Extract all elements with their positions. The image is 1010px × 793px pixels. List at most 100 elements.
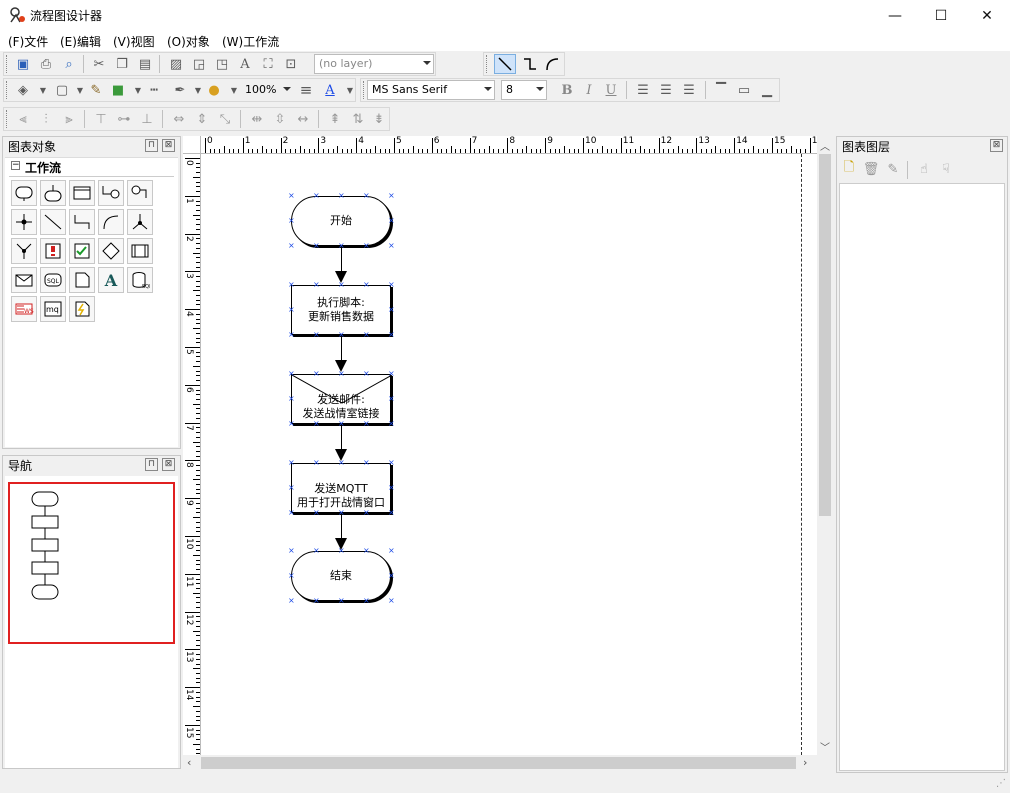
- flow-end-node[interactable]: 结束: [291, 551, 391, 601]
- zoom-select[interactable]: 100%: [240, 80, 294, 100]
- valign-bottom-icon[interactable]: ▁: [757, 80, 777, 100]
- scroll-thumb-vertical[interactable]: [819, 154, 831, 516]
- frame-icon[interactable]: ⊡: [281, 54, 301, 74]
- document-shape-icon[interactable]: [69, 267, 95, 293]
- scroll-down-icon[interactable]: ﹀: [820, 739, 830, 754]
- curve-line-icon[interactable]: [98, 209, 124, 235]
- selection-handle[interactable]: ×: [288, 242, 295, 250]
- toolbar-grip[interactable]: [363, 81, 366, 99]
- pin-icon[interactable]: ⊓: [145, 458, 158, 471]
- dropdown-arrow-icon[interactable]: ▼: [340, 80, 360, 100]
- save-icon[interactable]: ▣: [13, 54, 33, 74]
- email-shape-icon[interactable]: [11, 267, 37, 293]
- maximize-button[interactable]: ☐: [918, 0, 964, 31]
- cut-icon[interactable]: ✂: [89, 54, 109, 74]
- align-tops-icon[interactable]: ⊤: [91, 109, 111, 129]
- close-button[interactable]: ✕: [964, 0, 1010, 31]
- text-shape-icon[interactable]: A: [98, 267, 124, 293]
- paste-icon[interactable]: ▤: [135, 54, 155, 74]
- fit-icon[interactable]: ⛶: [258, 54, 278, 74]
- same-size-icon[interactable]: ⤡: [215, 109, 235, 129]
- sql-shape-icon[interactable]: SQL: [40, 267, 66, 293]
- collapse-icon[interactable]: −: [11, 161, 20, 170]
- terminator-shape-icon[interactable]: [11, 180, 37, 206]
- flow-edge[interactable]: [341, 336, 342, 361]
- fork-icon[interactable]: [127, 209, 153, 235]
- diagram-canvas[interactable]: 开始 执行脚本: 更新销售数据 发送邮件: 发送战情室链接 发送MQTT 用于打…: [201, 154, 817, 755]
- curved-connector-icon[interactable]: [542, 54, 562, 74]
- print-icon[interactable]: ⎙: [36, 54, 56, 74]
- scroll-left-icon[interactable]: ‹: [187, 756, 191, 769]
- align-bottoms-icon[interactable]: ⊥: [137, 109, 157, 129]
- align-right-icon[interactable]: ☰: [679, 80, 699, 100]
- alert-icon[interactable]: [40, 238, 66, 264]
- order-front-icon[interactable]: ⇞: [325, 109, 345, 129]
- menu-view[interactable]: (V)视图: [113, 33, 155, 50]
- space-across-icon[interactable]: ⇹: [247, 109, 267, 129]
- selection-handle[interactable]: ×: [388, 242, 395, 250]
- toolbar-grip[interactable]: [6, 55, 9, 73]
- start-shape-icon[interactable]: [40, 180, 66, 206]
- valign-top-icon[interactable]: ▔: [711, 80, 731, 100]
- merge-icon[interactable]: [11, 238, 37, 264]
- align-center-icon[interactable]: ☰: [656, 80, 676, 100]
- menu-edit[interactable]: (E)编辑: [60, 33, 101, 50]
- scroll-right-icon[interactable]: ›: [803, 756, 807, 769]
- line-width-icon[interactable]: ≡: [296, 80, 316, 100]
- bold-icon[interactable]: B: [557, 80, 577, 100]
- link-node-icon[interactable]: [127, 180, 153, 206]
- shadow-color-icon[interactable]: ●: [204, 80, 224, 100]
- decision-shape-icon[interactable]: [98, 238, 124, 264]
- align-centers-icon[interactable]: ⫶: [36, 109, 56, 129]
- copy-icon[interactable]: ❐: [112, 54, 132, 74]
- selection-handle[interactable]: ×: [288, 597, 295, 605]
- panel-close-icon[interactable]: ⊠: [990, 139, 1003, 152]
- align-middles-icon[interactable]: ⊶: [114, 109, 134, 129]
- mqtt-shape-icon[interactable]: mq: [40, 296, 66, 322]
- toolbar-grip[interactable]: [6, 110, 9, 128]
- selection-handle[interactable]: ×: [288, 192, 295, 200]
- text-tool-icon[interactable]: A: [235, 54, 255, 74]
- underline-icon[interactable]: U: [601, 80, 621, 100]
- process-shape-icon[interactable]: [69, 180, 95, 206]
- flow-edge[interactable]: [341, 425, 342, 450]
- straight-connector-icon[interactable]: [494, 54, 516, 74]
- dropdown-arrow-icon[interactable]: ▼: [33, 80, 53, 100]
- font-family-select[interactable]: MS Sans Serif: [367, 80, 495, 100]
- straight-line-icon[interactable]: [40, 209, 66, 235]
- panel-close-icon[interactable]: ⊠: [162, 139, 175, 152]
- group-icon[interactable]: ◲: [189, 54, 209, 74]
- layer-down-icon[interactable]: ☟: [936, 159, 956, 179]
- same-width-icon[interactable]: ⇔: [169, 109, 189, 129]
- line-color-icon[interactable]: ✒: [170, 80, 190, 100]
- elbow-line-icon[interactable]: [69, 209, 95, 235]
- line-dash-icon[interactable]: ┅: [144, 80, 164, 100]
- shape-style-icon[interactable]: ▢: [52, 80, 72, 100]
- flow-edge[interactable]: [341, 247, 342, 272]
- order-middle-icon[interactable]: ⇅: [348, 109, 368, 129]
- subprocess-shape-icon[interactable]: [127, 238, 153, 264]
- menu-object[interactable]: (O)对象: [167, 33, 210, 50]
- flow-mqtt-node[interactable]: 发送MQTT 用于打开战情窗口: [291, 463, 391, 513]
- connector-node-icon[interactable]: [98, 180, 124, 206]
- flow-start-node[interactable]: 开始: [291, 196, 391, 246]
- insert-image-icon[interactable]: ▨: [166, 54, 186, 74]
- scroll-thumb-horizontal[interactable]: [201, 757, 796, 769]
- delete-layer-icon[interactable]: 🗑: [861, 159, 881, 179]
- print-preview-icon[interactable]: ⌕: [59, 54, 79, 74]
- panel-close-icon[interactable]: ⊠: [162, 458, 175, 471]
- new-layer-icon[interactable]: 🗋: [839, 159, 859, 179]
- selection-handle[interactable]: ×: [288, 547, 295, 555]
- space-down-icon[interactable]: ⇳: [270, 109, 290, 129]
- vertical-scrollbar[interactable]: ︿ ﹀: [817, 136, 833, 755]
- fill-color-icon[interactable]: ◈: [13, 80, 33, 100]
- webservice-shape-icon[interactable]: WS: [11, 296, 37, 322]
- layer-select[interactable]: (no layer): [314, 54, 434, 74]
- layers-list[interactable]: [839, 183, 1005, 771]
- flow-email-node[interactable]: 发送邮件: 发送战情室链接: [291, 374, 392, 424]
- checkbox-shape-icon[interactable]: [69, 238, 95, 264]
- italic-icon[interactable]: I: [579, 80, 599, 100]
- selection-handle[interactable]: ×: [388, 192, 395, 200]
- font-size-select[interactable]: 8: [501, 80, 547, 100]
- horizontal-scrollbar[interactable]: ‹ ›: [183, 755, 817, 771]
